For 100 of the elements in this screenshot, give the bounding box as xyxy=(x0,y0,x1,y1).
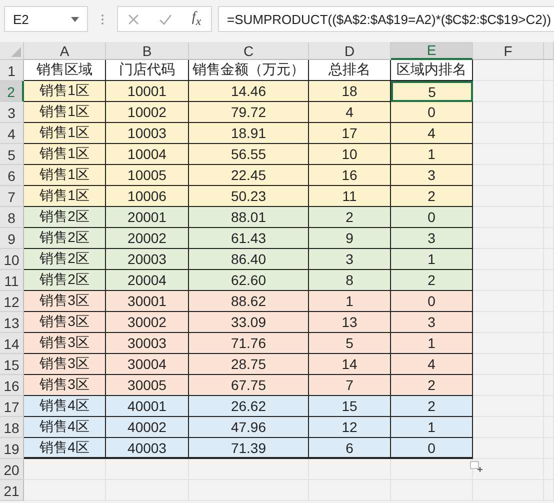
row-header[interactable]: 14 xyxy=(0,333,24,354)
column-header[interactable]: B xyxy=(106,42,189,60)
table-cell: 30003 xyxy=(106,333,189,354)
row-header[interactable]: 16 xyxy=(0,375,24,396)
column-header[interactable] xyxy=(544,42,554,60)
table-cell: 18 xyxy=(309,81,391,102)
column-header[interactable]: F xyxy=(473,42,544,60)
column-header[interactable]: E xyxy=(391,42,473,60)
row-header[interactable]: 15 xyxy=(0,354,24,375)
table-cell: 2 xyxy=(391,375,473,396)
check-icon[interactable] xyxy=(158,14,172,24)
table-cell: 1 xyxy=(391,333,473,354)
insert-function-button[interactable]: f$_{x}$ xyxy=(192,10,201,28)
table-cell: 销售1区 xyxy=(24,123,106,144)
row-header[interactable]: 13 xyxy=(0,312,24,333)
row-header[interactable]: 9 xyxy=(0,228,24,249)
table-cell: 4 xyxy=(309,102,391,123)
name-box[interactable]: E2 xyxy=(4,6,88,32)
table-cell: 16 xyxy=(309,165,391,186)
table-cell: 销售4区 xyxy=(24,417,106,438)
table-cell: 40002 xyxy=(106,417,189,438)
table-cell: 20003 xyxy=(106,249,189,270)
row-header[interactable]: 12 xyxy=(0,291,24,312)
cancel-icon[interactable] xyxy=(128,14,139,24)
row-header[interactable]: 8 xyxy=(0,207,24,228)
table-cell: 17 xyxy=(309,123,391,144)
table-cell: 2 xyxy=(391,396,473,417)
table-cell: 销售3区 xyxy=(24,354,106,375)
row-header[interactable]: 21 xyxy=(0,480,24,501)
row-header[interactable]: 5 xyxy=(0,144,24,165)
table-cell: 86.40 xyxy=(189,249,309,270)
table-cell: 销售2区 xyxy=(24,270,106,291)
table-cell: 15 xyxy=(309,396,391,417)
table-cell: 30004 xyxy=(106,354,189,375)
table-cell: 销售1区 xyxy=(24,144,106,165)
table-cell: 销售1区 xyxy=(24,102,106,123)
table-cell: 28.75 xyxy=(189,354,309,375)
table-cell: 2 xyxy=(309,207,391,228)
table-cell: 13 xyxy=(309,312,391,333)
row-header[interactable]: 20 xyxy=(0,459,24,480)
table-cell: 11 xyxy=(309,186,391,207)
active-cell: 5 xyxy=(391,81,473,102)
table-cell: 30002 xyxy=(106,312,189,333)
table-cell: 40003 xyxy=(106,438,189,459)
caret-icon xyxy=(71,16,79,22)
formula-field[interactable]: =SUMPRODUCT(($A$2:$A$19=A2)*($C$2:$C$19>C2)) xyxy=(218,6,554,32)
table-cell: 销售1区 xyxy=(24,165,106,186)
table-cell: 2 xyxy=(391,186,473,207)
table-cell: 10003 xyxy=(106,123,189,144)
row-header[interactable]: 4 xyxy=(0,123,24,144)
table-cell: 40001 xyxy=(106,396,189,417)
table-cell: 5 xyxy=(309,333,391,354)
table-cell: 14.46 xyxy=(189,81,309,102)
row-header[interactable]: 1 xyxy=(0,60,24,81)
row-header[interactable]: 10 xyxy=(0,249,24,270)
table-cell: 56.55 xyxy=(189,144,309,165)
table-cell: 4 xyxy=(391,123,473,144)
column-title: 销售金额（万元） xyxy=(189,60,309,81)
row-header[interactable]: 3 xyxy=(0,102,24,123)
table-cell: 22.45 xyxy=(189,165,309,186)
table-cell: 0 xyxy=(391,438,473,459)
table-cell: 8 xyxy=(309,270,391,291)
table-cell: 79.72 xyxy=(189,102,309,123)
table-cell: 销售4区 xyxy=(24,396,106,417)
table-cell: 9 xyxy=(309,228,391,249)
table-cell: 50.23 xyxy=(189,186,309,207)
column-title: 区域内排名 xyxy=(391,60,473,81)
column-header[interactable]: A xyxy=(24,42,106,60)
table-cell: 1 xyxy=(309,291,391,312)
table-cell: 61.43 xyxy=(189,228,309,249)
row-header[interactable]: 11 xyxy=(0,270,24,291)
column-title: 总排名 xyxy=(309,60,391,81)
table-cell: 18.91 xyxy=(189,123,309,144)
select-all-icon[interactable] xyxy=(11,47,21,57)
table-cell: 销售3区 xyxy=(24,291,106,312)
table-cell: 30001 xyxy=(106,291,189,312)
table-cell: 88.01 xyxy=(189,207,309,228)
row-header[interactable]: 18 xyxy=(0,417,24,438)
row-header[interactable]: 7 xyxy=(0,186,24,207)
row-header[interactable]: 19 xyxy=(0,438,24,459)
row-header[interactable]: 6 xyxy=(0,165,24,186)
table-cell: 销售3区 xyxy=(24,312,106,333)
table-cell: 12 xyxy=(309,417,391,438)
table-cell: 销售1区 xyxy=(24,81,106,102)
drag-handle-icon[interactable] xyxy=(101,14,104,24)
column-header[interactable]: D xyxy=(309,42,391,60)
table-cell: 销售3区 xyxy=(24,375,106,396)
row-header[interactable]: 17 xyxy=(0,396,24,417)
table-cell: 30005 xyxy=(106,375,189,396)
column-header[interactable]: C xyxy=(189,42,309,60)
row-header[interactable]: 2 xyxy=(0,81,24,102)
quick-analysis-icon[interactable] xyxy=(470,461,483,472)
table-cell: 3 xyxy=(391,228,473,249)
table-cell: 2 xyxy=(391,270,473,291)
table-cell: 3 xyxy=(309,249,391,270)
table-cell: 1 xyxy=(391,417,473,438)
table-cell: 6 xyxy=(309,438,391,459)
table-cell: 销售2区 xyxy=(24,207,106,228)
table-cell: 10005 xyxy=(106,165,189,186)
table-cell: 71.76 xyxy=(189,333,309,354)
